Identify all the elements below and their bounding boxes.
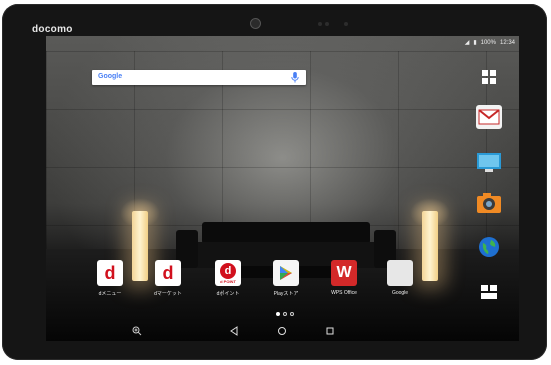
- recent-apps-button[interactable]: [324, 325, 336, 337]
- brand-logo: docomo: [32, 24, 73, 35]
- side-dock: [465, 56, 519, 316]
- sensor: [318, 22, 322, 26]
- status-bar: ◢ ▮ 100% 12:34: [464, 39, 515, 47]
- wifi-icon: ◢: [464, 40, 470, 46]
- home-button[interactable]: [276, 325, 288, 337]
- mail-icon[interactable]: [475, 104, 503, 130]
- page-dot[interactable]: [283, 312, 287, 316]
- zoom-icon[interactable]: [131, 325, 143, 337]
- playstore-icon: [273, 260, 299, 286]
- widget-icon[interactable]: [475, 279, 503, 305]
- page-dot[interactable]: [290, 312, 294, 316]
- navigation-bar: [46, 321, 519, 341]
- app-playstore[interactable]: Playストア: [264, 260, 308, 297]
- microphone-icon[interactable]: [290, 72, 300, 83]
- app-label: WPS Office: [331, 290, 357, 296]
- app-row: d dメニュー d dマーケット d d POINT dポイント Playストア: [46, 260, 466, 300]
- google-search-bar[interactable]: Google: [92, 70, 306, 85]
- signal-icon: ▮: [473, 40, 477, 46]
- home-screen: ◢ ▮ 100% 12:34 Google d dメニュー d dマーケット d…: [46, 36, 519, 341]
- dmenu-icon: d: [97, 260, 123, 286]
- monitor-icon[interactable]: [475, 150, 503, 176]
- front-camera: [250, 18, 261, 29]
- app-dmarket[interactable]: d dマーケット: [146, 260, 190, 297]
- globe-icon[interactable]: [475, 234, 503, 260]
- app-label: Playストア: [273, 291, 299, 297]
- app-label: Google: [391, 290, 409, 296]
- app-label: dメニュー: [98, 291, 122, 297]
- app-label: dポイント: [216, 291, 240, 297]
- app-dpoint[interactable]: d d POINT dポイント: [206, 260, 250, 297]
- app-label: dマーケット: [154, 291, 182, 297]
- google-folder-icon: [387, 260, 413, 286]
- sensor: [344, 22, 348, 26]
- app-dmenu[interactable]: d dメニュー: [88, 260, 132, 297]
- app-drawer-icon[interactable]: [475, 64, 503, 90]
- dmarket-icon: d: [155, 260, 181, 286]
- sensor: [325, 22, 329, 26]
- app-wps-office[interactable]: W WPS Office: [322, 260, 366, 296]
- wps-office-icon: W: [331, 260, 357, 286]
- tablet-frame: docomo ◢ ▮ 100% 12:34 Google d dメニュー d d…: [2, 4, 547, 360]
- back-button[interactable]: [228, 325, 240, 337]
- dpoint-icon: d d POINT: [215, 260, 241, 286]
- clock: 12:34: [499, 39, 515, 46]
- app-google-folder[interactable]: Google: [378, 260, 422, 296]
- page-indicator: [276, 312, 294, 316]
- page-dot[interactable]: [276, 312, 280, 316]
- camera-icon[interactable]: [475, 190, 503, 216]
- battery-level: 100%: [480, 39, 496, 46]
- google-logo: Google: [98, 73, 123, 80]
